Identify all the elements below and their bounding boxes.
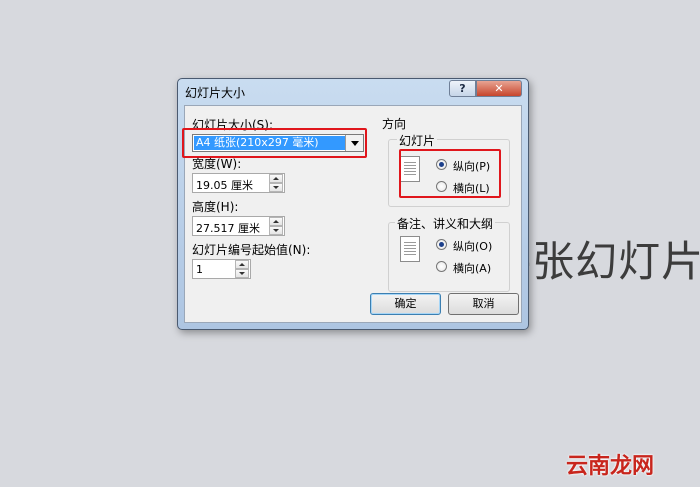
close-button[interactable]: ✕	[476, 80, 522, 97]
start-number-decrease-button[interactable]	[235, 269, 249, 278]
highlight-box-slide-size	[182, 128, 367, 158]
height-value: 27.517 厘米	[196, 222, 260, 235]
notes-orientation-title: 备注、讲义和大纲	[395, 215, 496, 232]
height-label: 高度(H):	[192, 200, 239, 214]
notes-portrait-radio[interactable]: 纵向(O)	[436, 237, 506, 253]
highlight-box-slides-orientation	[399, 149, 501, 198]
portrait-page-icon	[400, 236, 420, 262]
dialog-title: 幻灯片大小	[185, 86, 246, 100]
height-increase-button[interactable]	[269, 217, 283, 226]
width-value: 19.05 厘米	[196, 179, 253, 192]
height-spinner[interactable]: 27.517 厘米	[192, 216, 285, 236]
notes-portrait-label: 纵向(O)	[453, 240, 493, 253]
orientation-title: 方向	[382, 117, 407, 131]
start-number-label: 幻灯片编号起始值(N):	[192, 243, 311, 257]
dialog-body: 幻灯片大小(S): A4 纸张(210x297 毫米) 宽度(W): 19.05…	[182, 105, 522, 323]
start-number-value: 1	[196, 263, 203, 276]
width-spinner[interactable]: 19.05 厘米	[192, 173, 285, 193]
width-label: 宽度(W):	[192, 157, 242, 171]
width-increase-button[interactable]	[269, 174, 283, 183]
height-decrease-button[interactable]	[269, 226, 283, 235]
title-bar[interactable]: 幻灯片大小 ? ✕	[178, 79, 528, 105]
slide-background-text: -张幻灯片	[516, 237, 700, 286]
width-decrease-button[interactable]	[269, 183, 283, 192]
slides-orientation-title: 幻灯片	[397, 132, 438, 149]
notes-landscape-radio[interactable]: 横向(A)	[436, 259, 506, 275]
notes-landscape-label: 横向(A)	[453, 262, 492, 275]
start-number-increase-button[interactable]	[235, 260, 249, 269]
help-button[interactable]: ?	[449, 80, 476, 97]
radio-unchecked-icon[interactable]	[436, 261, 447, 272]
notes-orientation-group: 备注、讲义和大纲 纵向(O) 横向(A)	[388, 215, 510, 292]
radio-checked-icon[interactable]	[436, 239, 447, 250]
ok-button[interactable]: 确定	[370, 293, 441, 315]
watermark: 云南龙网	[566, 454, 655, 479]
cancel-button[interactable]: 取消	[448, 293, 519, 315]
slide-size-dialog: 幻灯片大小 ? ✕ 幻灯片大小(S): A4 纸张(210x297 毫米) 宽度…	[177, 78, 529, 330]
start-number-spinner[interactable]: 1	[192, 259, 251, 279]
